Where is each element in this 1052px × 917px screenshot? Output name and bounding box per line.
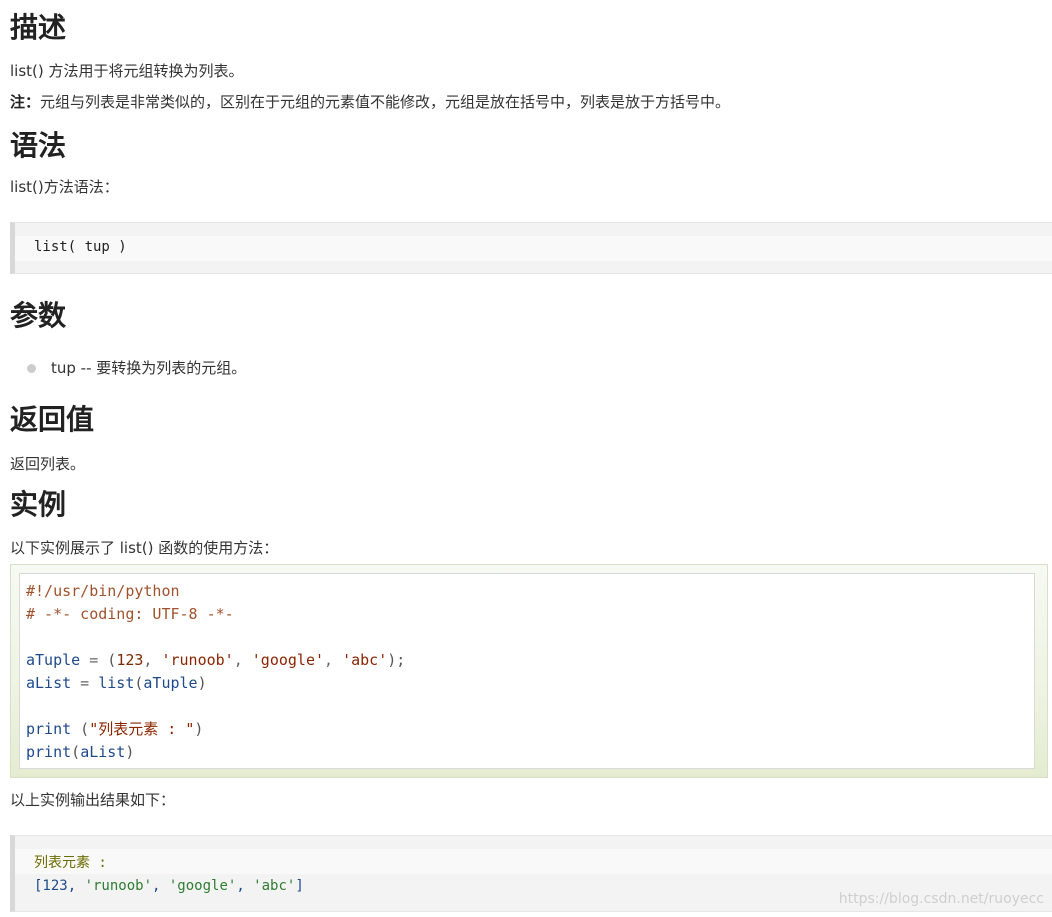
- code-line-1: #!/usr/bin/python: [26, 582, 180, 600]
- note-text: 元组与列表是非常类似的，区别在于元组的元素值不能修改，元组是放在括号中，列表是放…: [40, 93, 731, 111]
- code-line-7: print ("列表元素 : "): [26, 720, 204, 738]
- note-label: 注：: [10, 93, 41, 111]
- example-code: #!/usr/bin/python # -*- coding: UTF-8 -*…: [19, 573, 1035, 769]
- syntax-intro: list()方法语法：: [10, 178, 119, 196]
- code-line-8: print(aList): [26, 743, 135, 761]
- heading-description: 描述: [10, 11, 67, 44]
- syntax-line-highlight: [15, 236, 1052, 261]
- syntax-code-block: list( tup ): [10, 222, 1052, 274]
- article-page: 描述 list() 方法用于将元组转换为列表。 注：元组与列表是非常类似的，区别…: [0, 0, 1052, 917]
- example-code-block: #!/usr/bin/python # -*- coding: UTF-8 -*…: [10, 564, 1048, 778]
- output-line-1: 列表元素 :: [34, 855, 107, 871]
- heading-example: 实例: [10, 488, 67, 521]
- description-note: 注：元组与列表是非常类似的，区别在于元组的元素值不能修改，元组是放在括号中，列表…: [10, 92, 730, 112]
- watermark: https://blog.csdn.net/ruoyecc: [838, 891, 1044, 907]
- bullet-icon: [27, 364, 36, 373]
- code-line-5: aList = list(aTuple): [26, 674, 207, 692]
- heading-return-value: 返回值: [10, 403, 95, 436]
- heading-params: 参数: [10, 299, 67, 332]
- output-line-2: [123, 'runoob', 'google', 'abc']: [34, 878, 304, 894]
- param-item: tup -- 要转换为列表的元组。: [51, 359, 247, 377]
- code-line-4: aTuple = (123, 'runoob', 'google', 'abc'…: [26, 651, 406, 669]
- output-line-highlight: [15, 849, 1052, 874]
- syntax-code: list( tup ): [34, 239, 127, 255]
- code-line-2: # -*- coding: UTF-8 -*-: [26, 605, 234, 623]
- heading-syntax: 语法: [10, 129, 67, 162]
- example-intro: 以下实例展示了 list() 函数的使用方法：: [10, 539, 279, 557]
- description-text: list() 方法用于将元组转换为列表。: [10, 62, 244, 80]
- output-intro: 以上实例输出结果如下：: [10, 791, 176, 809]
- return-value-text: 返回列表。: [10, 455, 86, 473]
